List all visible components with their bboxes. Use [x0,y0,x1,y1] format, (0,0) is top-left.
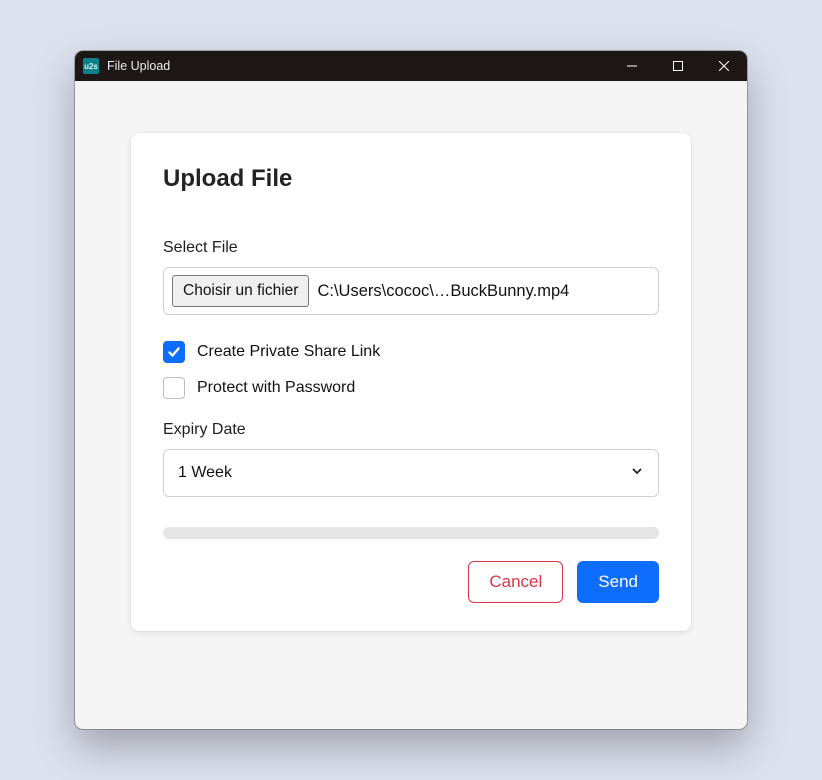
expiry-select[interactable]: 1 Week [163,449,659,497]
file-input-row[interactable]: Choisir un fichier C:\Users\cococ\…BuckB… [163,267,659,315]
private-share-label: Create Private Share Link [197,343,380,361]
password-checkbox[interactable] [163,377,185,399]
chevron-down-icon [630,464,644,483]
select-file-label: Select File [163,239,659,257]
cancel-button[interactable]: Cancel [468,561,563,603]
client-area: Upload File Select File Choisir un fichi… [75,81,747,729]
selected-file-name: C:\Users\cococ\…BuckBunny.mp4 [317,282,569,301]
app-window: u2s File Upload Upload File Select File … [75,51,747,729]
window-title: File Upload [107,59,170,73]
minimize-button[interactable] [609,51,655,81]
expiry-value: 1 Week [178,464,232,482]
card-heading: Upload File [163,165,659,193]
private-share-row: Create Private Share Link [163,341,659,363]
expiry-label: Expiry Date [163,421,659,439]
action-row: Cancel Send [163,561,659,603]
titlebar: u2s File Upload [75,51,747,81]
upload-card: Upload File Select File Choisir un fichi… [131,133,691,631]
password-row: Protect with Password [163,377,659,399]
app-icon: u2s [83,58,99,74]
window-controls [609,51,747,81]
choose-file-button[interactable]: Choisir un fichier [172,275,309,307]
maximize-button[interactable] [655,51,701,81]
progress-bar [163,527,659,539]
close-button[interactable] [701,51,747,81]
private-share-checkbox[interactable] [163,341,185,363]
send-button[interactable]: Send [577,561,659,603]
password-label: Protect with Password [197,379,355,397]
